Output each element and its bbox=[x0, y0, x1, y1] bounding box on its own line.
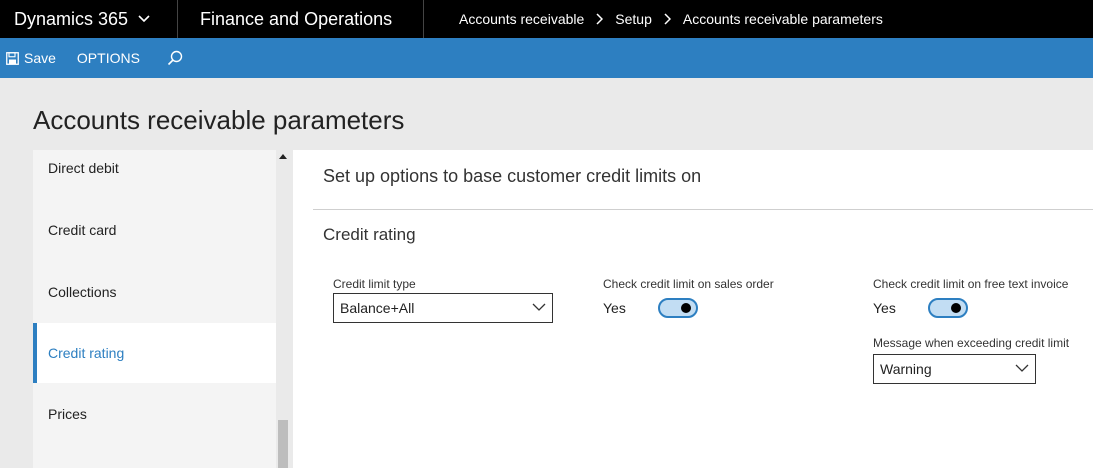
app-switcher[interactable]: Dynamics 365 bbox=[0, 0, 178, 38]
credit-rating-panel: Set up options to base customer credit l… bbox=[293, 150, 1093, 468]
options-label: OPTIONS bbox=[76, 50, 140, 66]
app-name: Dynamics 365 bbox=[14, 8, 129, 29]
exceed-message-dropdown[interactable]: Warning bbox=[873, 354, 1036, 384]
nav-item-label: Prices bbox=[48, 406, 87, 422]
search-button[interactable] bbox=[167, 50, 183, 66]
parameters-nav-list: Direct debit Credit card Collections Cre… bbox=[33, 150, 276, 468]
breadcrumb-setup[interactable]: Setup bbox=[615, 11, 652, 27]
breadcrumb-current-page[interactable]: Accounts receivable parameters bbox=[683, 11, 883, 27]
nav-item-credit-rating[interactable]: Credit rating bbox=[33, 323, 276, 383]
chevron-down-icon bbox=[138, 15, 150, 23]
save-button[interactable]: Save bbox=[6, 50, 56, 66]
chevron-down-icon bbox=[1015, 364, 1029, 373]
section-header: Set up options to base customer credit l… bbox=[323, 166, 702, 186]
nav-item-credit-card[interactable]: Credit card bbox=[33, 200, 276, 260]
search-icon bbox=[167, 50, 183, 66]
credit-limit-type-value: Balance+All bbox=[340, 300, 415, 316]
check-free-text-label: Check credit limit on free text invoice bbox=[873, 277, 1069, 291]
chevron-right-icon bbox=[664, 13, 671, 25]
save-label: Save bbox=[24, 50, 56, 66]
breadcrumb: Accounts receivable Setup Accounts recei… bbox=[424, 0, 883, 38]
save-icon bbox=[6, 51, 19, 65]
scroll-up-arrow-icon[interactable] bbox=[279, 154, 287, 159]
nav-item-label: Credit card bbox=[48, 222, 117, 238]
toggle-knob bbox=[951, 303, 961, 313]
check-sales-order-toggle[interactable] bbox=[658, 298, 698, 318]
nav-scrollbar[interactable] bbox=[276, 150, 290, 468]
nav-item-direct-debit[interactable]: Direct debit bbox=[33, 138, 276, 198]
group-title: Credit rating bbox=[323, 225, 416, 244]
check-sales-order-label: Check credit limit on sales order bbox=[603, 277, 774, 291]
check-sales-order-value: Yes bbox=[603, 300, 626, 316]
chevron-right-icon bbox=[596, 13, 604, 25]
check-free-text-toggle[interactable] bbox=[928, 298, 968, 318]
credit-limit-type-dropdown[interactable]: Balance+All bbox=[333, 293, 553, 323]
exceed-message-label: Message when exceeding credit limit bbox=[873, 336, 1070, 350]
toggle-knob bbox=[681, 303, 691, 313]
nav-item-label: Credit rating bbox=[48, 345, 125, 361]
top-navigation-bar: Dynamics 365 Finance and Operations Acco… bbox=[0, 0, 1093, 38]
divider bbox=[313, 209, 1093, 210]
nav-item-prices[interactable]: Prices bbox=[33, 384, 276, 444]
module-name[interactable]: Finance and Operations bbox=[178, 0, 424, 38]
breadcrumb-accounts-receivable[interactable]: Accounts receivable bbox=[459, 11, 584, 27]
module-name-label: Finance and Operations bbox=[200, 8, 393, 29]
page-title: Accounts receivable parameters bbox=[33, 105, 405, 135]
nav-item-label: Direct debit bbox=[48, 160, 119, 176]
scroll-thumb[interactable] bbox=[278, 420, 288, 468]
options-button[interactable]: OPTIONS bbox=[77, 50, 140, 66]
credit-limit-type-label: Credit limit type bbox=[333, 277, 416, 291]
nav-item-label: Collections bbox=[48, 284, 117, 300]
action-pane: Save OPTIONS bbox=[0, 38, 1093, 78]
check-free-text-value: Yes bbox=[873, 300, 896, 316]
exceed-message-value: Warning bbox=[880, 361, 932, 377]
nav-item-collections[interactable]: Collections bbox=[33, 262, 276, 322]
chevron-down-icon bbox=[532, 303, 546, 312]
